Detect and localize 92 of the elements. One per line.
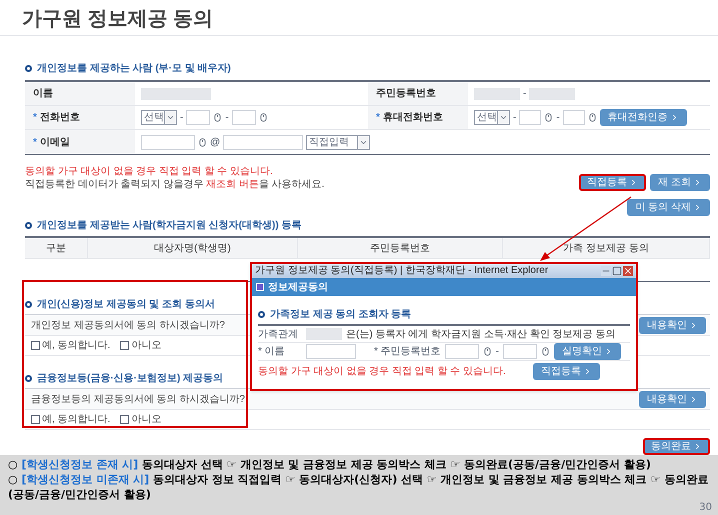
- mouse-icon: [544, 113, 554, 122]
- action-button[interactable]: 동의완료: [643, 438, 710, 455]
- mouse-icon: [258, 113, 268, 122]
- action-button[interactable]: 휴대전화인증: [600, 109, 687, 126]
- checkbox[interactable]: [120, 341, 130, 350]
- input-field[interactable]: [519, 110, 542, 125]
- checkbox-label: 아니오: [131, 413, 162, 427]
- separator-text: -: [225, 111, 229, 125]
- notice-text: 동의할 가구 대상이 없을 경우 직접 입력 할 수 있습니다.: [25, 165, 274, 178]
- column-header: 주민등록번호: [298, 238, 503, 258]
- redacted-block: [306, 328, 342, 340]
- checkbox-label: 아니오: [131, 339, 162, 353]
- column-header: 대상자명(학생명): [88, 238, 298, 258]
- input-field[interactable]: [306, 344, 356, 359]
- consent-question: 개인정보 제공동의서에 동의 하시겠습니까?: [31, 318, 225, 332]
- action-button[interactable]: 내용확인: [639, 390, 706, 408]
- section-heading: 금융정보등(금융·신용·보험정보) 제공동의: [37, 372, 224, 386]
- mouse-icon: [198, 138, 207, 146]
- chevron-right-icon: [693, 178, 702, 187]
- action-button[interactable]: 미 동의 삭제: [627, 199, 710, 216]
- field-label: * 주민등록번호: [374, 345, 441, 359]
- page-number: 30: [699, 502, 712, 514]
- input-field[interactable]: [503, 344, 538, 359]
- chevron-down-icon: [499, 113, 508, 122]
- redacted-block: [141, 88, 211, 100]
- maximize-icon[interactable]: [612, 266, 622, 276]
- mouse-icon: [541, 347, 550, 356]
- checkbox[interactable]: [31, 415, 40, 424]
- field-label: * 전화번호: [25, 106, 135, 129]
- consent-question: 금융정보등의 제공동의서에 동의 하시겠습니까?: [31, 392, 245, 406]
- square-icon: [256, 283, 264, 291]
- input-field[interactable]: [186, 110, 210, 125]
- field-label: * 이름: [258, 345, 286, 359]
- field-label: 가족관계: [258, 328, 299, 342]
- consent-text: 은(는) 등록자 에게 학자금지원 소득·재산 확인 정보제공 동의: [346, 328, 616, 342]
- section-heading: 개인정보를 제공하는 사람 (부·모 및 배우자): [37, 62, 231, 76]
- ring-icon: [25, 64, 32, 72]
- input-field[interactable]: [444, 344, 479, 359]
- window-title: 가구원 정보제공 동의(직접등록) | 한국장학재단 - Internet Explorer: [255, 265, 548, 277]
- field-label: 이름: [25, 82, 135, 105]
- ring-icon: [25, 300, 32, 308]
- redacted-block: [529, 88, 576, 100]
- popup-header: 정보제공동의: [268, 280, 328, 294]
- action-button[interactable]: 직접등록: [533, 362, 600, 380]
- checkbox-label: 예, 동의합니다.: [42, 339, 110, 353]
- chevron-right-icon: [689, 394, 698, 404]
- field-label: * 휴대전화번호: [368, 106, 468, 129]
- ring-icon: [25, 374, 32, 382]
- field-label: 주민등록번호: [368, 82, 468, 105]
- minimize-icon[interactable]: [601, 266, 611, 276]
- section-heading: 개인정보를 제공받는 사람(학자금지원 신청자(대학생)) 등록: [37, 218, 302, 232]
- redacted-block: [474, 88, 520, 100]
- section-heading: 가족정보 제공 동의 조회자 등록: [270, 308, 412, 322]
- select-dropdown[interactable]: 직접입력: [306, 134, 370, 150]
- input-field[interactable]: [562, 110, 585, 125]
- separator-text: -: [496, 345, 500, 359]
- mouse-icon: [588, 113, 597, 122]
- separator-text: -: [523, 87, 526, 101]
- instruction-text: ○ [학생신청정보 미존재 시] 동의대상자 정보 직접입력 ☞ 동의대상자(신청자) 선택 ☞ 개인정보 및 금융정보 제공 동의박스 체크 ☞ 동의완료(공동/금융/민간인증서 활용): [8, 472, 710, 502]
- notice-text: 직접등록한 데이터가 출력되지 않을경우 재조회 버튼을 사용하세요.: [25, 178, 324, 191]
- ring-icon: [258, 310, 265, 318]
- mouse-icon: [482, 347, 492, 356]
- chevron-right-icon: [689, 320, 698, 330]
- field-label: * 이메일: [25, 130, 135, 154]
- action-button[interactable]: 내용확인: [639, 316, 706, 334]
- separator-text: -: [513, 111, 516, 125]
- checkbox-label: 예, 동의합니다.: [42, 413, 110, 427]
- action-button[interactable]: 실명확인: [554, 343, 622, 360]
- close-icon[interactable]: [623, 266, 633, 276]
- chevron-down-icon: [166, 113, 175, 122]
- mouse-icon: [213, 113, 222, 122]
- ring-icon: [25, 222, 32, 228]
- column-header: 구분: [25, 238, 88, 258]
- select-dropdown[interactable]: 선택: [474, 110, 510, 125]
- separator-text: -: [180, 111, 184, 125]
- instruction-text: ○ [학생신청정보 존재 시] 동의대상자 선택 ☞ 개인정보 및 금융정보 제공 동의박스 체크 ☞ 동의완료(공동/금융/민간인증서 활용): [8, 457, 652, 472]
- separator-text: @: [210, 136, 220, 150]
- action-button[interactable]: 직접등록: [579, 174, 646, 191]
- chevron-right-icon: [583, 366, 592, 376]
- action-button[interactable]: 재 조회: [650, 174, 710, 191]
- page-title: 가구원 정보제공 동의: [22, 7, 214, 32]
- select-dropdown[interactable]: 선택: [141, 110, 177, 125]
- checkbox[interactable]: [31, 341, 40, 350]
- input-field[interactable]: [232, 110, 256, 125]
- separator-text: -: [556, 111, 560, 125]
- chevron-right-icon: [693, 203, 702, 212]
- chevron-right-icon: [693, 442, 702, 451]
- checkbox[interactable]: [120, 415, 130, 424]
- input-field[interactable]: [141, 134, 195, 150]
- input-field[interactable]: [223, 134, 304, 150]
- notice-text: 동의할 가구 대상이 없을 경우 직접 입력 할 수 있습니다.: [258, 364, 506, 378]
- section-heading: 개인(신용)정보 제공동의 및 조회 동의서: [37, 298, 215, 312]
